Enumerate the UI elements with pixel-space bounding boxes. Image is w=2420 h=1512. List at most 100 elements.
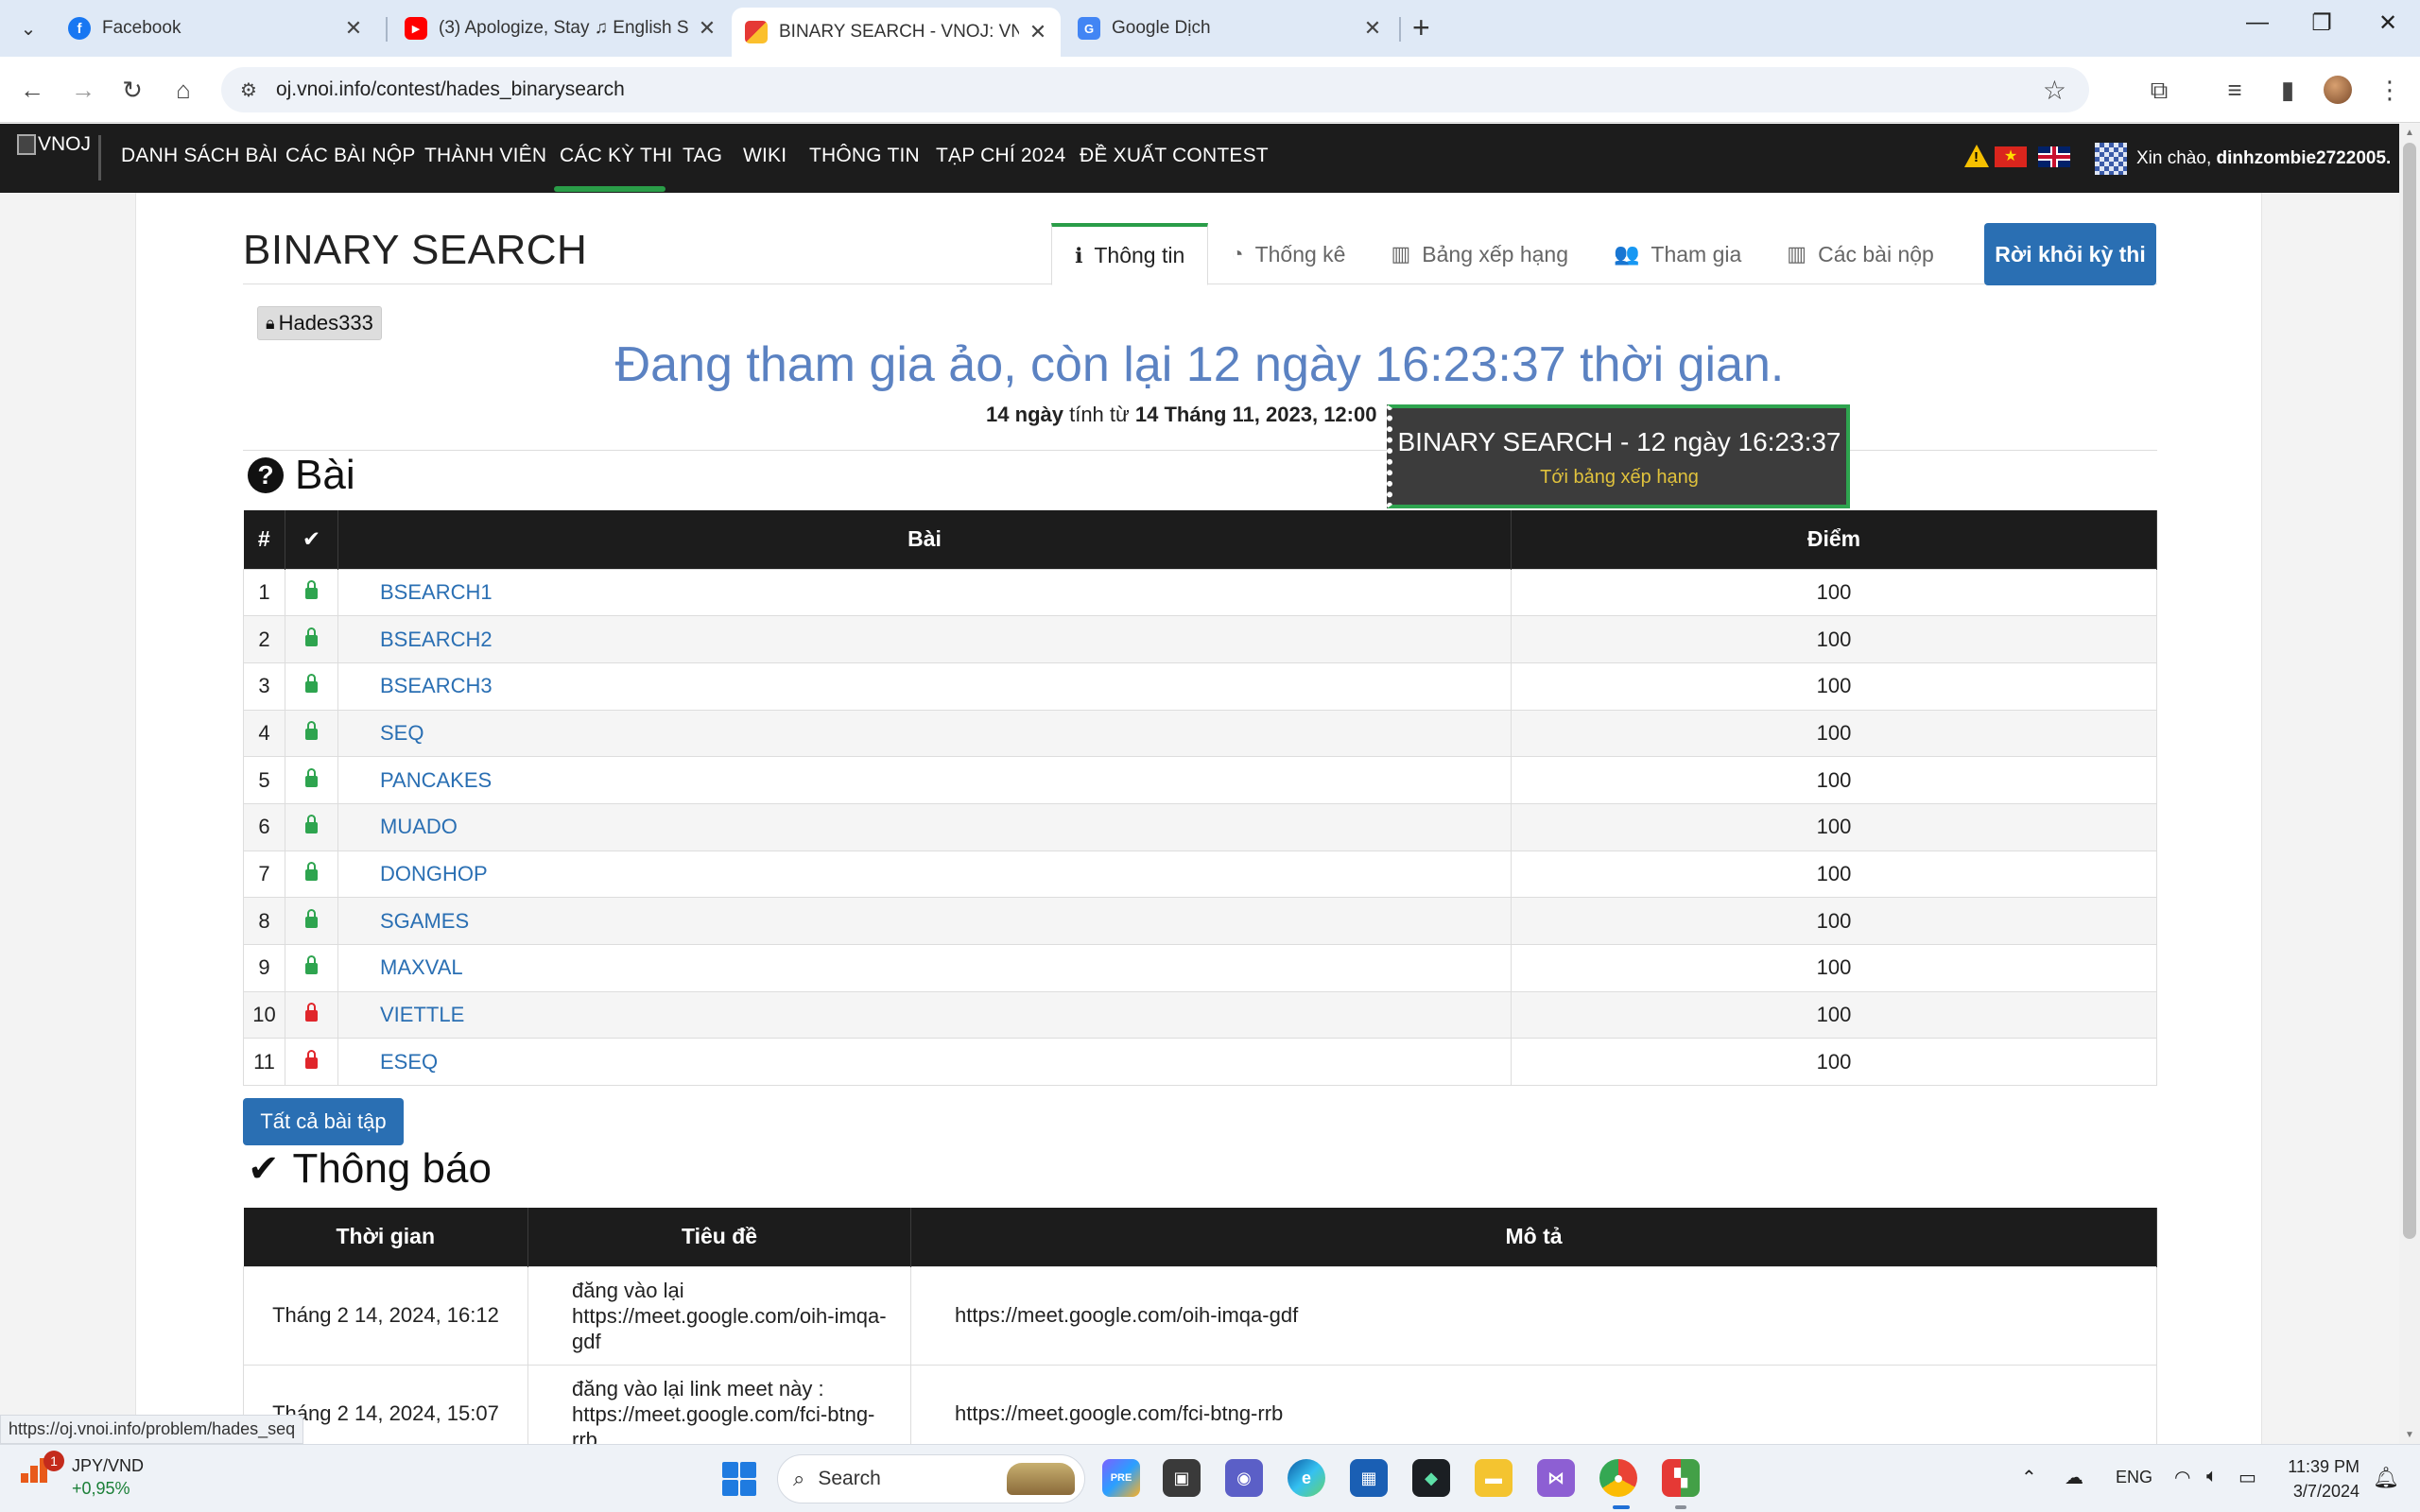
all-problems-button[interactable]: Tất cả bài tập: [243, 1098, 404, 1145]
predator-sense-icon[interactable]: ◆: [1412, 1459, 1450, 1497]
problem-link[interactable]: BSEARCH3: [337, 662, 1512, 711]
user-greeting[interactable]: Xin chào, dinhzombie2722005.: [2136, 148, 2391, 169]
forward-icon[interactable]: →: [64, 72, 102, 110]
task-view-icon[interactable]: ▣: [1163, 1459, 1201, 1497]
problem-number: 3: [243, 662, 285, 711]
problem-points: 100: [1511, 944, 2157, 992]
notification-bell-icon[interactable]: 🔔︎: [2373, 1466, 2399, 1490]
username: dinhzombie2722005.: [2216, 148, 2392, 168]
problem-link[interactable]: DONGHOP: [337, 850, 1512, 899]
tab-participation[interactable]: 👥 Tham gia: [1591, 223, 1764, 285]
contest-page: BINARY SEARCH ℹ Thông tin ◔ Thống kê ▥ B…: [135, 193, 2262, 1444]
scroll-up-icon[interactable]: ▲: [2405, 128, 2414, 138]
chrome-icon[interactable]: ●: [1599, 1459, 1637, 1497]
tab-info[interactable]: ℹ Thông tin: [1051, 223, 1209, 285]
onedrive-icon[interactable]: ☁: [2065, 1466, 2083, 1489]
close-icon[interactable]: ✕: [1028, 20, 1047, 44]
back-icon[interactable]: ←: [13, 72, 51, 110]
edge-icon[interactable]: e: [1288, 1459, 1325, 1497]
store-icon[interactable]: ▦: [1350, 1459, 1388, 1497]
nav-wiki[interactable]: WIKI: [743, 145, 786, 167]
file-explorer-icon[interactable]: ▬: [1475, 1459, 1512, 1497]
problem-link[interactable]: BSEARCH1: [337, 568, 1512, 617]
nav-propose-contest[interactable]: ĐỀ XUẤT CONTEST: [1080, 145, 1269, 167]
media-control-icon[interactable]: ≡: [2218, 76, 2252, 105]
site-info-icon[interactable]: ⚙: [240, 78, 257, 102]
problem-link[interactable]: VIETTLE: [337, 990, 1512, 1040]
close-icon[interactable]: ✕: [344, 16, 363, 41]
nav-submissions[interactable]: CÁC BÀI NỘP: [285, 145, 416, 167]
tab-stats[interactable]: ◔ Thống kê: [1208, 223, 1368, 285]
volume-icon[interactable]: 🔈︎: [2206, 1466, 2218, 1487]
announcements-section-title: ✔ Thông báo: [248, 1145, 492, 1193]
contest-timer-popup[interactable]: BINARY SEARCH - 12 ngày 16:23:37 Tới bản…: [1387, 404, 1850, 508]
scrollbar-thumb[interactable]: [2403, 143, 2416, 1239]
nav-users[interactable]: THÀNH VIÊN: [424, 145, 546, 167]
lock-icon: [305, 815, 318, 834]
system-clock[interactable]: 11:39 PM 3/7/2024: [2254, 1454, 2360, 1503]
close-icon[interactable]: ✕: [1363, 16, 1382, 41]
browser-tab-vnoj[interactable]: BINARY SEARCH - VNOJ: VNOI ✕: [732, 8, 1061, 57]
running-app-indicator: [1675, 1505, 1686, 1509]
browser-tab-facebook[interactable]: f Facebook ✕: [55, 8, 376, 49]
organization-badge[interactable]: 🔒︎ Hades333: [257, 306, 382, 340]
address-bar[interactable]: ⚙ oj.vnoi.info/contest/hades_binarysearc…: [221, 67, 2089, 112]
app-icon[interactable]: ▚: [1662, 1459, 1700, 1497]
site-logo[interactable]: VNOJ: [17, 133, 91, 156]
problem-link[interactable]: PANCAKES: [337, 756, 1512, 804]
organization-name: Hades333: [278, 311, 373, 335]
start-button[interactable]: [722, 1462, 756, 1496]
problem-link[interactable]: MAXVAL: [337, 944, 1512, 992]
lock-icon: [305, 720, 318, 740]
warning-icon[interactable]: !: [1964, 145, 1989, 167]
problem-link[interactable]: SGAMES: [337, 897, 1512, 945]
nav-tags[interactable]: TAG: [683, 145, 722, 167]
profile-avatar[interactable]: [2324, 76, 2352, 104]
nav-contests[interactable]: CÁC KỲ THI: [560, 145, 672, 167]
problem-number: 11: [243, 1038, 285, 1087]
taskbar-search[interactable]: ⌕ Search: [777, 1454, 1085, 1503]
show-hidden-icons[interactable]: ⌃: [2021, 1466, 2037, 1489]
problem-link[interactable]: SEQ: [337, 709, 1512, 758]
more-menu-icon[interactable]: ⋮: [2373, 76, 2407, 105]
scroll-down-icon[interactable]: ▼: [2405, 1430, 2414, 1440]
user-avatar[interactable]: [2095, 143, 2127, 175]
wifi-icon[interactable]: ◠: [2174, 1466, 2190, 1489]
minimize-icon[interactable]: —: [2238, 9, 2276, 36]
greeting-text: Xin chào,: [2136, 148, 2217, 168]
popup-ranking-link[interactable]: Tới bảng xếp hạng: [1392, 467, 1846, 489]
tab-title: Google Dịch: [1112, 18, 1211, 38]
nav-about[interactable]: THÔNG TIN: [809, 145, 920, 167]
copilot-icon[interactable]: PRE: [1102, 1459, 1140, 1497]
problem-points: 100: [1511, 897, 2157, 945]
nav-magazine[interactable]: TẠP CHÍ 2024: [936, 145, 1065, 167]
tab-search-button[interactable]: ⌄: [13, 13, 43, 43]
tab-ranking[interactable]: ▥ Bảng xếp hạng: [1368, 223, 1591, 285]
side-panel-icon[interactable]: ▮: [2271, 76, 2305, 105]
new-tab-button[interactable]: +: [1412, 11, 1430, 43]
browser-tab-youtube[interactable]: ▶ (3) Apologize, Stay ♫ English S ✕: [391, 8, 730, 49]
visual-studio-icon[interactable]: ⋈: [1537, 1459, 1575, 1497]
restore-icon[interactable]: ❐: [2303, 9, 2341, 37]
language-indicator[interactable]: ENG: [2116, 1468, 2152, 1487]
bookmark-star-icon[interactable]: ☆: [2043, 75, 2066, 106]
close-icon[interactable]: ✕: [698, 16, 717, 41]
page-scrollbar[interactable]: ▲ ▼: [2399, 124, 2420, 1444]
close-window-icon[interactable]: ✕: [2369, 9, 2407, 37]
browser-tab-google-translate[interactable]: G Google Dịch ✕: [1064, 8, 1395, 49]
reload-icon[interactable]: ↻: [113, 72, 151, 110]
info-icon: ℹ: [1075, 243, 1083, 267]
stock-widget[interactable]: 1 JPY/VND +0,95%: [19, 1451, 144, 1500]
tab-submissions[interactable]: ▥ Các bài nộp: [1764, 223, 1957, 285]
uk-flag-icon[interactable]: [2038, 146, 2070, 167]
vietnam-flag-icon[interactable]: ★: [1995, 146, 2027, 167]
leave-contest-button[interactable]: Rời khỏi kỳ thi: [1984, 223, 2156, 285]
teams-chat-icon[interactable]: ◉: [1225, 1459, 1263, 1497]
problem-link[interactable]: MUADO: [337, 802, 1512, 851]
tab-title: Facebook: [102, 18, 182, 38]
nav-problems[interactable]: DANH SÁCH BÀI: [121, 145, 278, 167]
problem-link[interactable]: BSEARCH2: [337, 615, 1512, 663]
home-icon[interactable]: ⌂: [164, 72, 202, 110]
extensions-icon[interactable]: ⧉: [2142, 76, 2176, 106]
problem-link[interactable]: ESEQ: [337, 1038, 1512, 1087]
